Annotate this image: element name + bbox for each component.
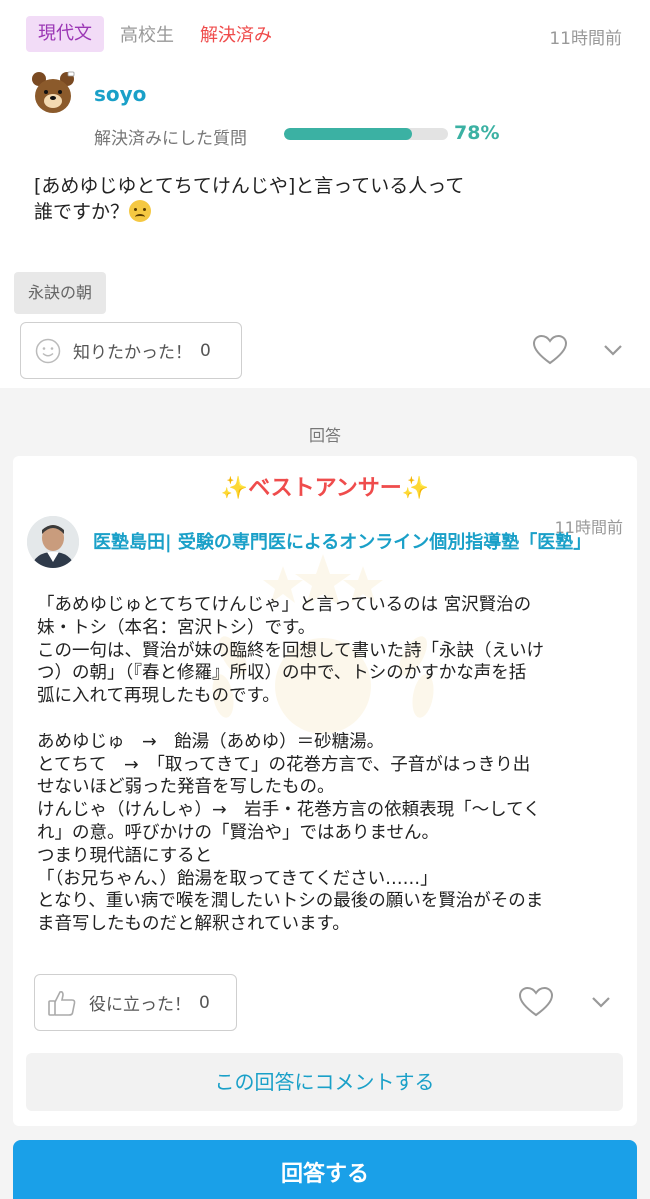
answer-line: つまり現代語にすると <box>37 845 213 866</box>
want-to-know-count: 0 <box>200 340 211 361</box>
bear-avatar-icon[interactable] <box>30 70 76 118</box>
helpful-count: 0 <box>199 992 210 1013</box>
answer-line: 妹・トシ（本名：宮沢トシ）です。 <box>37 617 316 638</box>
question-text: [あめゆじゆとてちてけんじや]と言っている人って 誰ですか？ <box>34 173 594 225</box>
solved-status-tag: 解決済み <box>200 25 272 46</box>
answer-line: 「あめゆじゅとてちてけんじゃ」と言っているのは 宮沢賢治の <box>37 595 532 615</box>
chevron-down-icon[interactable] <box>602 342 624 358</box>
answer-line: 「（お兄ちゃん、）飴湯を取ってきてください……」 <box>37 868 438 889</box>
answer-body: 「あめゆじゅとてちてけんじゃ」と言っているのは 宮沢賢治の 妹・トシ（本名：宮沢… <box>37 594 627 936</box>
answers-section-heading: 回答 <box>308 426 341 445</box>
resolution-rate-value: 78% <box>454 122 500 144</box>
heart-icon[interactable] <box>518 986 554 1018</box>
want-to-know-button[interactable]: 知りたかった！ 0 <box>20 322 242 379</box>
person-photo-icon <box>27 516 79 568</box>
grade-tag[interactable]: 高校生 <box>120 21 174 47</box>
crying-face-icon <box>129 200 152 222</box>
answer-line: ま音写したものだと解釈されています。 <box>37 914 350 935</box>
helpful-label: 役に立った！ <box>89 995 191 1015</box>
answer-line: となり、重い病で喉を潤したいトシの最後の願いを賢治がそのま <box>37 891 544 912</box>
answer-question-button[interactable]: 回答する <box>13 1140 637 1199</box>
thumbs-up-icon <box>48 990 76 1016</box>
answer-line <box>37 708 627 731</box>
resolution-progress-bar <box>284 128 448 140</box>
resolution-progress-fill <box>284 128 412 140</box>
answer-line: あめゆじゅ → 飴湯（あめゆ）＝砂糖湯。 <box>37 731 385 752</box>
helpful-button[interactable]: 役に立った！ 0 <box>34 974 237 1031</box>
best-answer-label: ベストアンサー <box>248 476 402 501</box>
answer-line: 弧に入れて再現したものです。 <box>37 686 280 707</box>
question-text-line: 誰ですか？ <box>34 201 130 223</box>
sparkles-icon: ✨ <box>220 476 249 501</box>
question-username[interactable]: soyo <box>94 82 146 106</box>
comment-on-answer-button[interactable]: この回答にコメントする <box>26 1053 623 1111</box>
question-card: 現代文 高校生 解決済み 11時間前 soyo 解決済みにした質問 78% [あ… <box>0 0 650 388</box>
answer-line: けんじゃ（けんしゃ）→ 岩手・花巻方言の依頼表現「〜してく <box>37 800 541 821</box>
answer-line: せないほど弱った発音を写したもの。 <box>37 777 335 798</box>
best-answer-card: ✨ベストアンサー✨ 11時間前 医塾島田| 受験の専門医によるオンライン個別指導… <box>13 456 637 1126</box>
answer-line: つ）の朝」（『春と修羅』所収）の中で、トシのかすかな声を括 <box>37 663 527 684</box>
subject-tag[interactable]: 現代文 <box>26 16 104 52</box>
question-text-line: [あめゆじゆとてちてけんじや]と言っている人って <box>34 175 465 197</box>
answerer-username[interactable]: 医塾島田| 受験の専門医によるオンライン個別指導塾「医塾」 <box>93 528 591 554</box>
best-answer-banner: ✨ベストアンサー✨ <box>13 470 637 502</box>
question-timestamp: 11時間前 <box>549 29 622 49</box>
answer-line: この一句は、賢治が妹の臨終を回想して書いた詩「永訣（えいけ <box>37 640 544 661</box>
answer-line: れ」の意。呼びかけの「賢治や」ではありません。 <box>37 822 439 843</box>
answer-line: とてちて → 「取ってきて」の花巻方言で、子音がはっきり出 <box>37 754 531 775</box>
want-to-know-label: 知りたかった！ <box>73 343 192 363</box>
answerer-avatar[interactable] <box>27 516 79 568</box>
topic-chip[interactable]: 永訣の朝 <box>14 272 107 314</box>
chevron-down-icon[interactable] <box>590 994 612 1010</box>
heart-icon[interactable] <box>532 334 568 366</box>
question-tags: 現代文 高校生 解決済み <box>26 16 272 52</box>
smile-icon <box>35 338 61 363</box>
resolution-rate-label: 解決済みにした質問 <box>94 129 247 149</box>
sparkles-icon: ✨ <box>401 476 430 501</box>
